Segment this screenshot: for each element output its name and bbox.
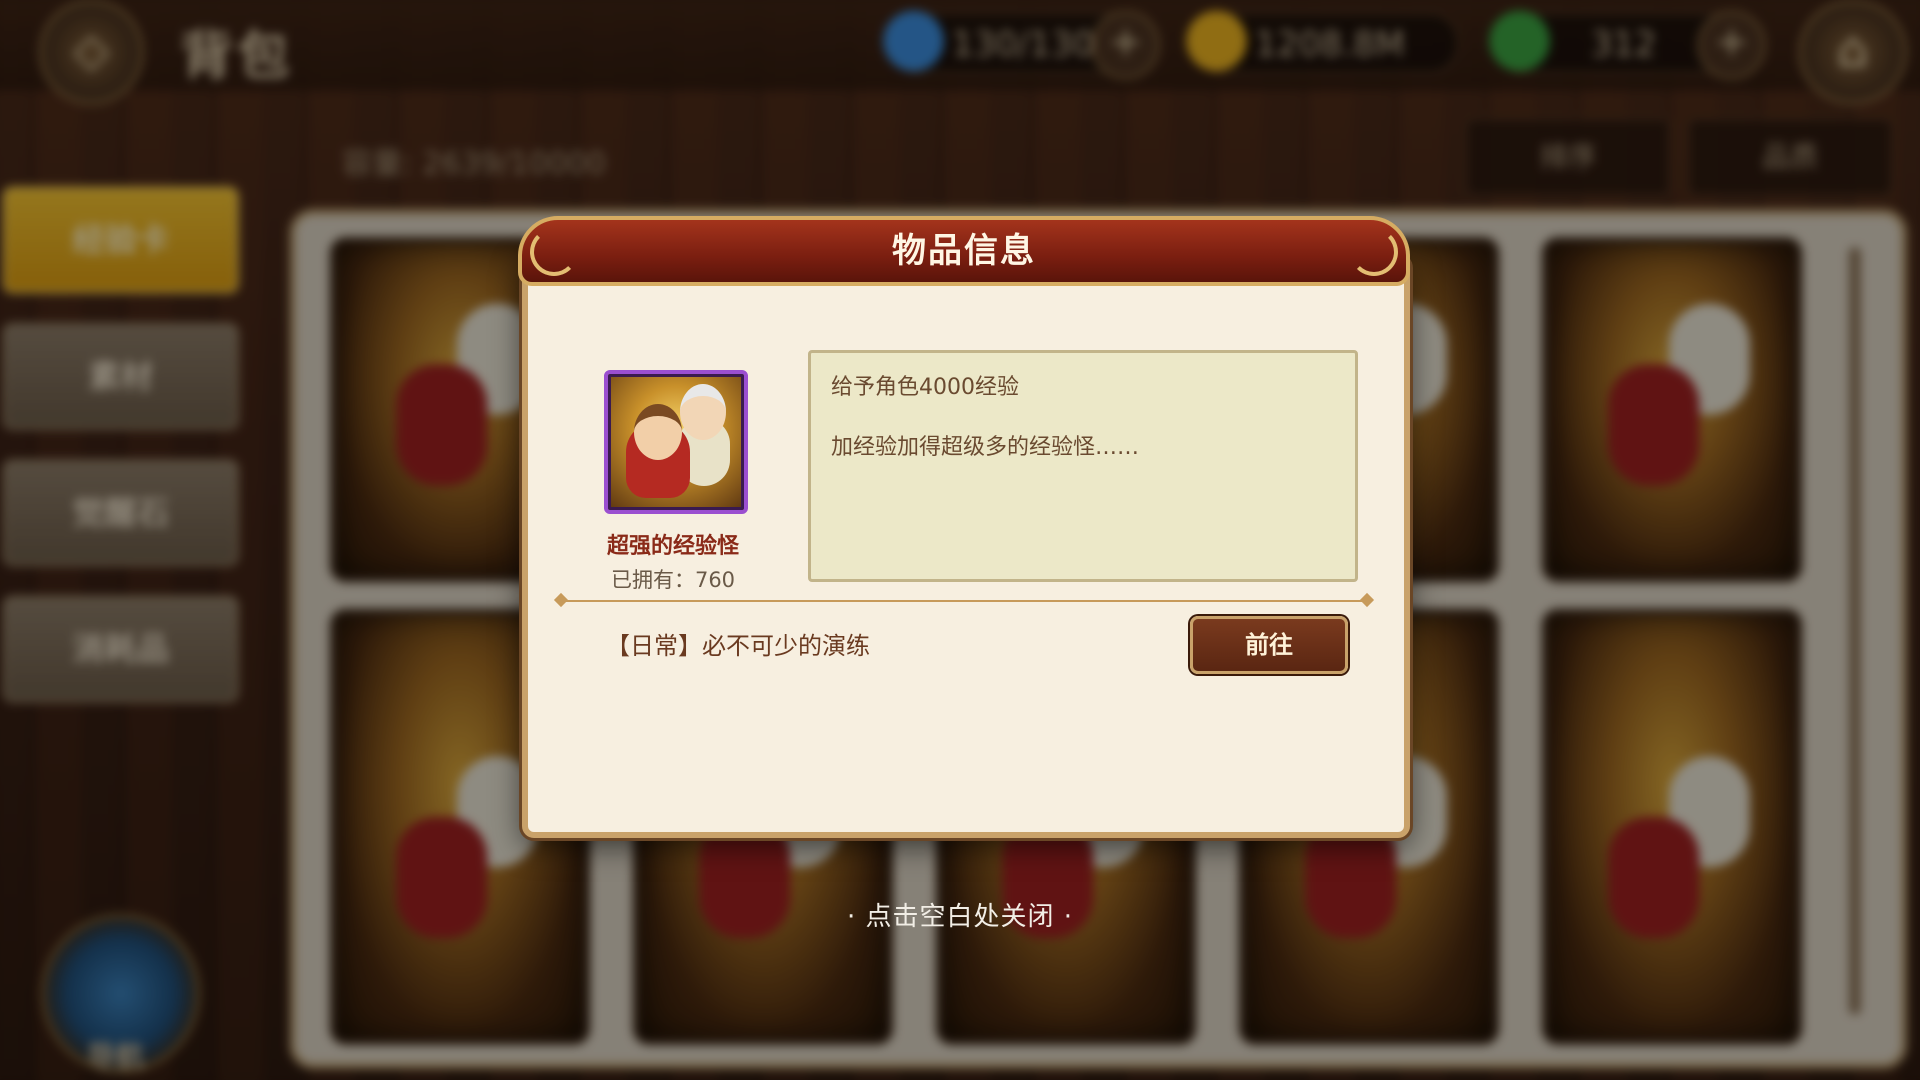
scroll-ornament-icon (1350, 228, 1398, 276)
description-effect: 给予角色4000经验 (831, 375, 1019, 400)
description-box: 给予角色4000经验 加经验加得超级多的经验怪…… (808, 350, 1358, 582)
item-name: 超强的经验怪 (606, 534, 739, 559)
chibi-figure (680, 384, 726, 440)
exp-monster-icon (604, 370, 748, 514)
dialog-body: 超强的经验怪 已拥有：760 给予角色4000经验 加经验加得超级多的经验怪……… (522, 256, 1410, 838)
chibi-figure (634, 404, 682, 460)
goto-button[interactable]: 前往 (1190, 616, 1348, 674)
divider (560, 600, 1368, 602)
screen: ◇ 背包 130/130 + 1208.8M 312 + ⌂ 容量: 2639/… (0, 0, 1920, 1080)
item-info-dialog: 超强的经验怪 已拥有：760 给予角色4000经验 加经验加得超级多的经验怪……… (518, 216, 1410, 838)
description-flavor: 加经验加得超级多的经验怪…… (831, 435, 1140, 460)
item-source: 【日常】必不可少的演练 (606, 632, 870, 660)
dialog-header: 物品信息 (518, 216, 1410, 286)
item-owned-count: 已拥有：760 (610, 568, 736, 592)
close-hint[interactable]: · 点击空白处关闭 · (760, 896, 1160, 933)
scroll-ornament-icon (530, 228, 578, 276)
dialog-title: 物品信息 (892, 231, 1036, 271)
